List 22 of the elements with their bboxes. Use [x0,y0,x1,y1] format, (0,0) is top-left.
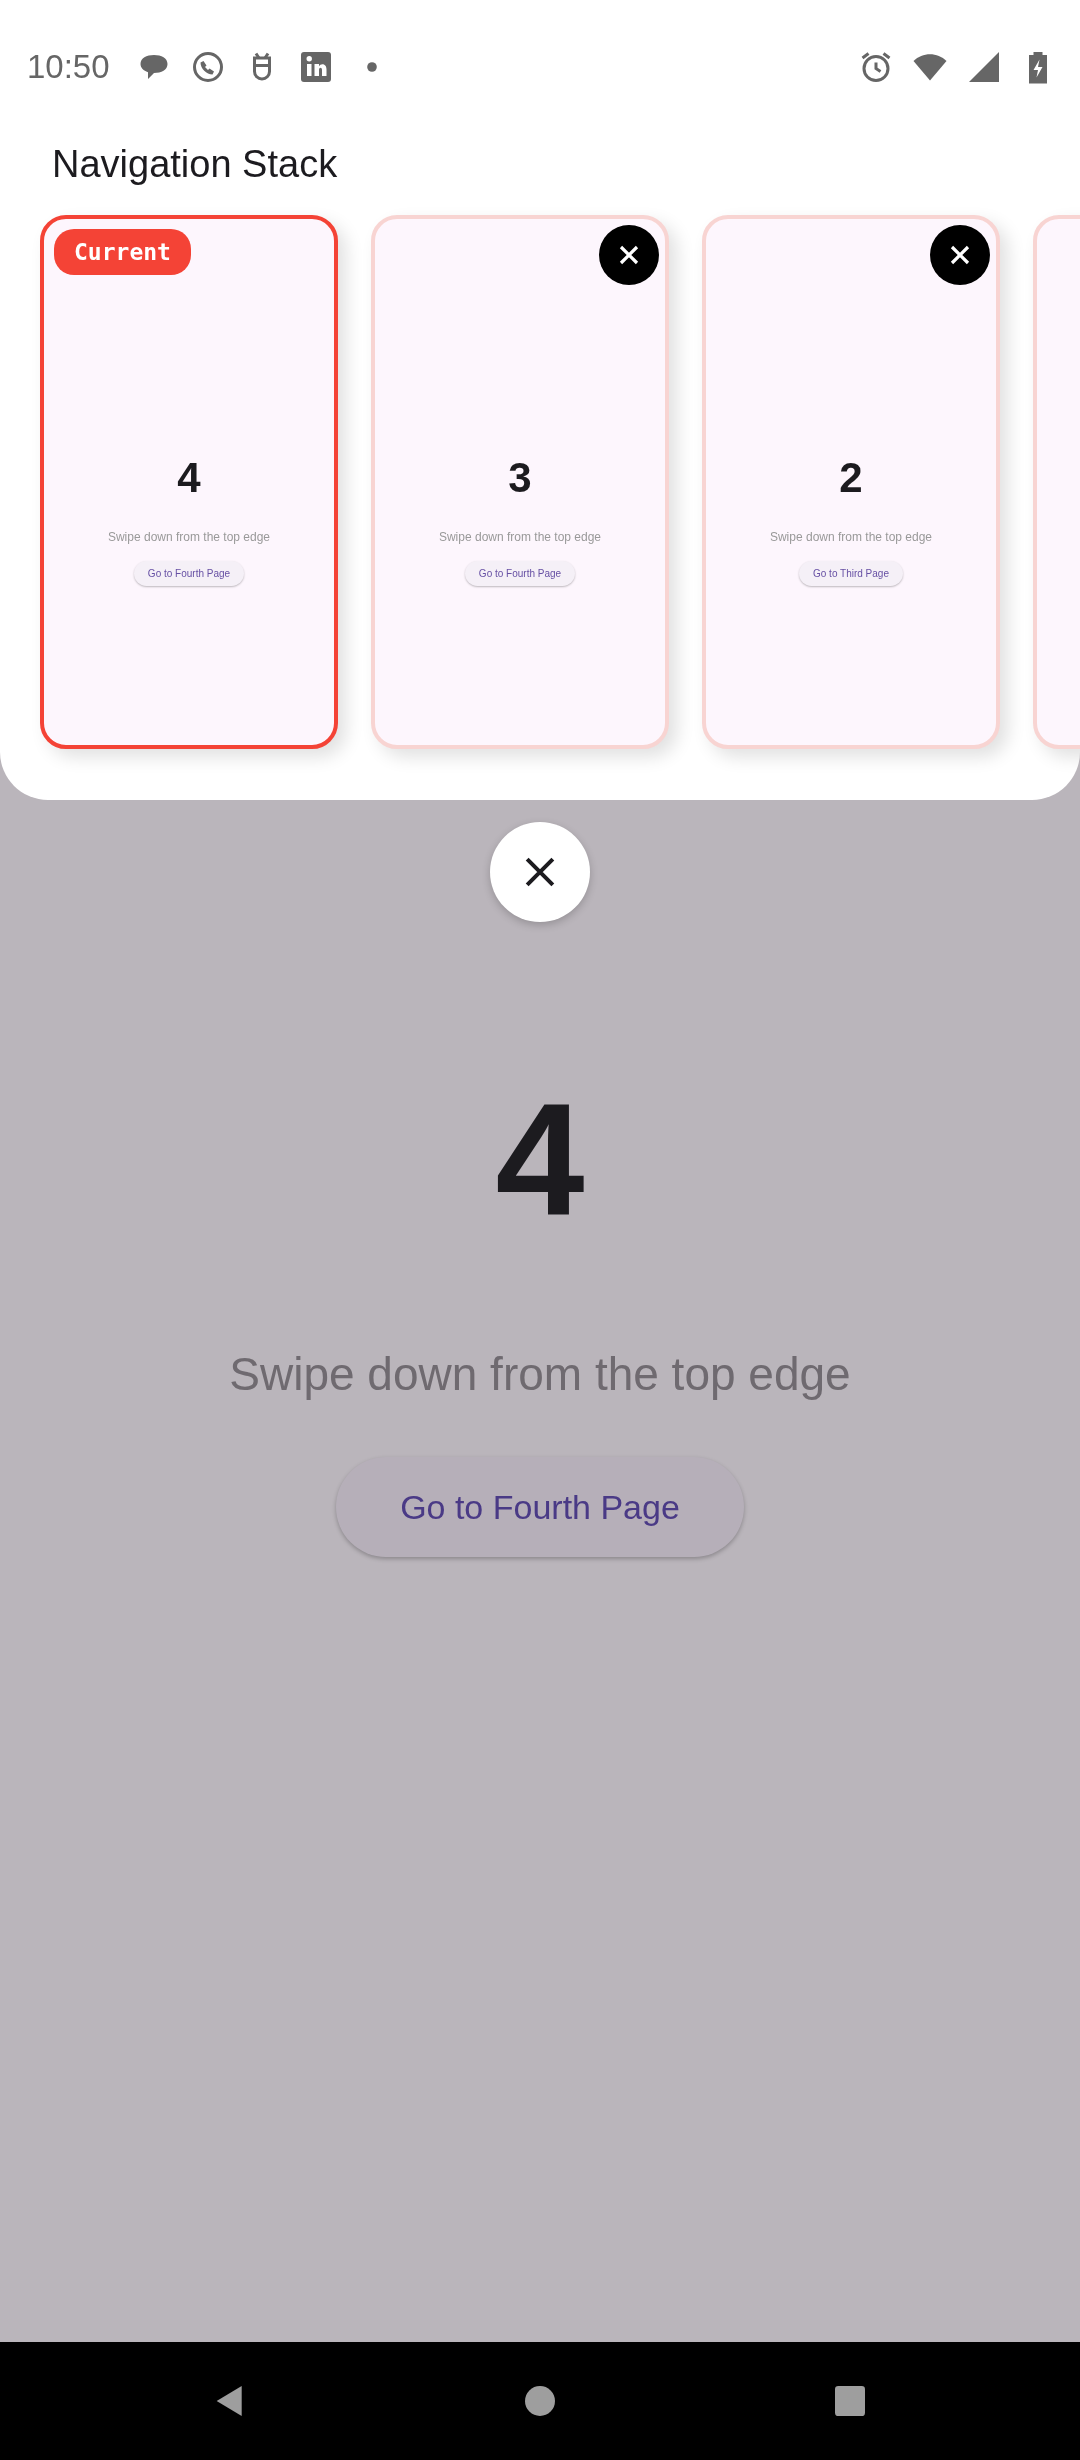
navigate-button[interactable]: Go to Third Page [799,561,903,586]
page-card[interactable]: 2 Swipe down from the top edge Go to Third Page [702,215,1000,749]
navigate-button[interactable]: Go to Fourth Page [336,1457,744,1557]
hint-text: Swipe down from the top edge [769,530,933,544]
more-dot-icon [365,61,378,73]
page-number: 3 [508,454,532,502]
current-badge: Current [54,229,191,275]
navigate-button[interactable]: Go to Fourth Page [464,561,576,586]
page-number: 4 [495,1079,585,1239]
hint-text: Swipe down from the top edge [107,530,271,544]
sheet-title: Navigation Stack [51,142,339,187]
page-card[interactable]: Current 4 Swipe down from the top edge Go to Fourth Page [40,215,338,749]
navigate-button[interactable]: Go to Fourth Page [133,561,245,586]
page-card[interactable]: 3 Swipe down from the top edge Go to Fourth Page [371,215,669,749]
hint-text: Swipe down from the top edge [438,530,602,544]
page-number: 2 [839,454,863,502]
close-button[interactable] [930,225,990,285]
close-button[interactable] [490,822,590,922]
status-time: 10:50 [27,48,110,86]
page-number: 4 [177,454,201,502]
close-button[interactable] [599,225,659,285]
hint-text: Swipe down from the top edge [229,1347,851,1401]
